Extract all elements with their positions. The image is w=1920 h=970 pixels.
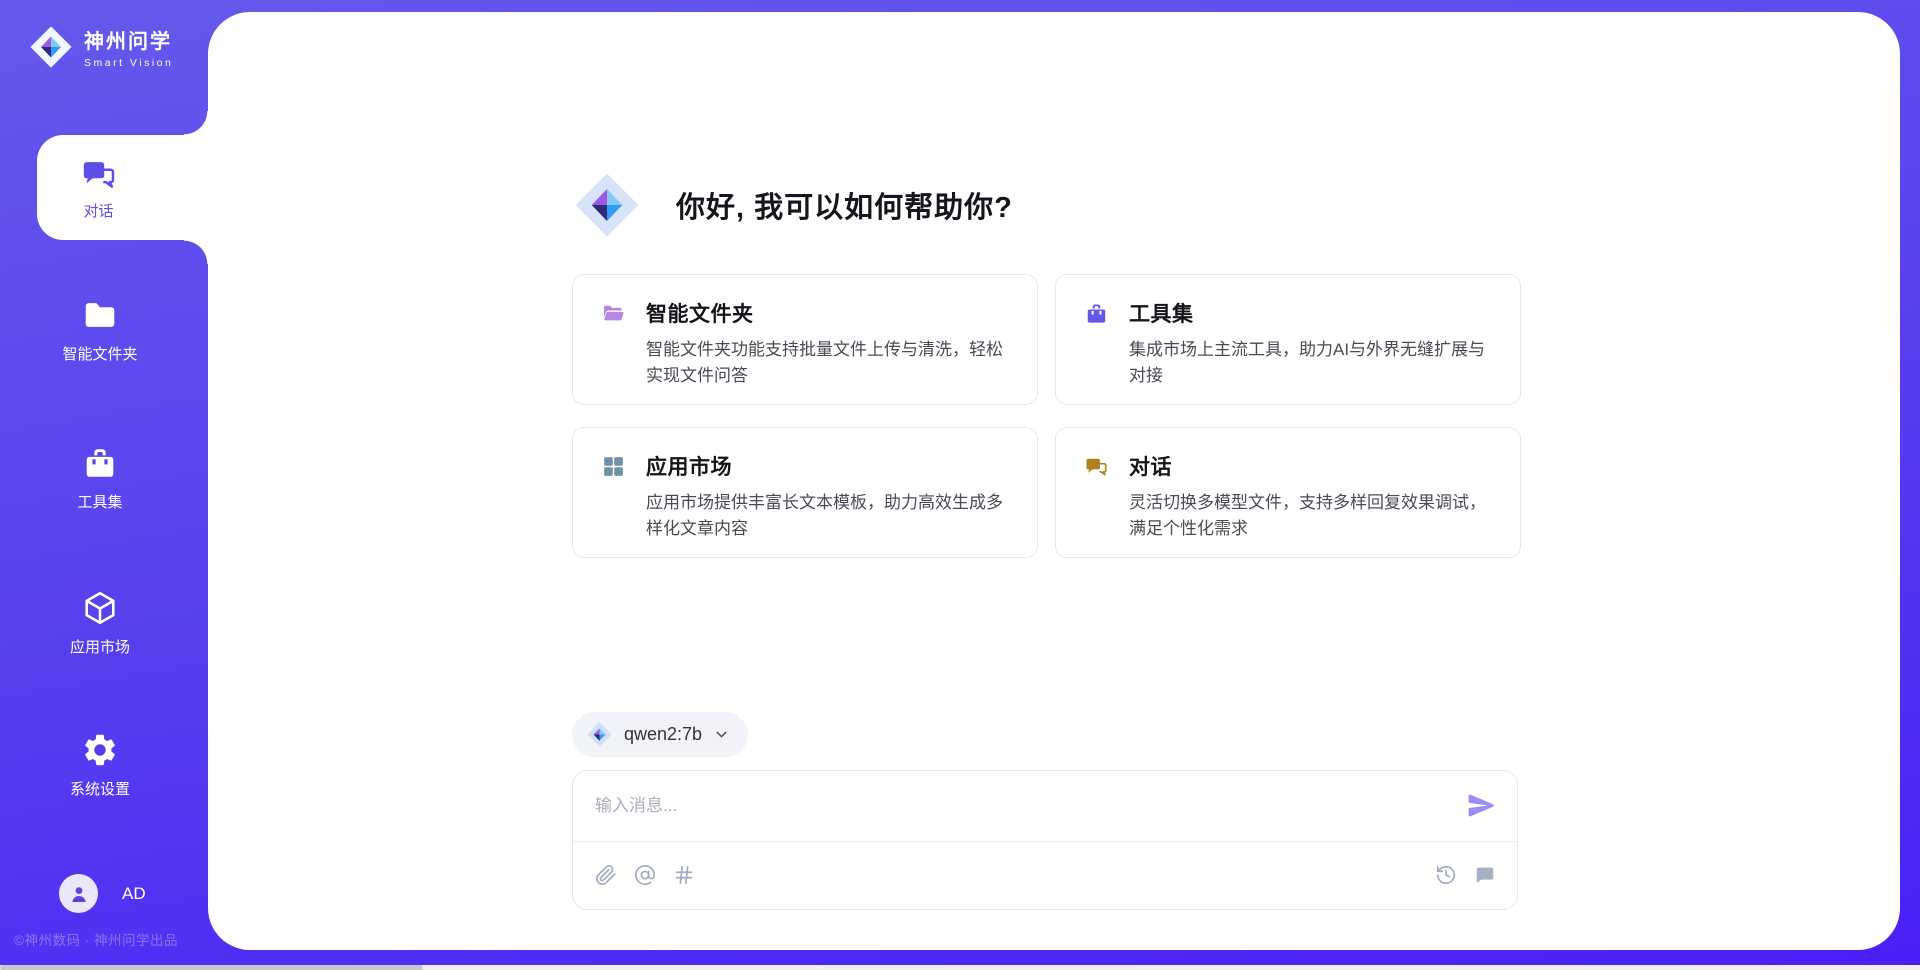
cube-icon (81, 589, 119, 627)
greeting: 你好, 我可以如何帮助你? (572, 164, 1013, 246)
card-title: 智能文件夹 (646, 298, 754, 328)
brand-diamond-icon (28, 24, 74, 70)
chat-icon (1084, 454, 1109, 479)
card-app-market[interactable]: 应用市场 应用市场提供丰富长文本模板，助力高效生成多样化文章内容 (572, 427, 1038, 558)
history-button[interactable] (1434, 864, 1457, 887)
toolbox-icon (81, 444, 119, 482)
send-button[interactable] (1463, 789, 1499, 825)
history-icon (1435, 864, 1457, 886)
card-description: 智能文件夹功能支持批量文件上传与清洗，轻松实现文件问答 (646, 337, 1011, 388)
sidebar-item-label: 应用市场 (70, 636, 130, 657)
card-description: 灵活切换多模型文件，支持多样回复效果调试，满足个性化需求 (1129, 490, 1494, 541)
sidebar-item-settings[interactable]: 系统设置 (0, 731, 200, 799)
message-input[interactable] (573, 771, 1427, 841)
card-toolset[interactable]: 工具集 集成市场上主流工具，助力AI与外界无缝扩展与对接 (1055, 274, 1521, 405)
card-title: 应用市场 (646, 451, 732, 481)
person-icon (67, 882, 91, 906)
mention-button[interactable] (633, 864, 656, 887)
folder-icon (81, 296, 119, 334)
card-title: 对话 (1129, 451, 1172, 481)
model-diamond-icon (586, 721, 613, 748)
brand-name: 神州问学 (84, 25, 173, 54)
brand-subtitle: Smart Vision (84, 57, 173, 69)
main-panel: 你好, 我可以如何帮助你? 智能文件夹 智能文件夹功能支持批量文件上传与清洗，轻… (208, 12, 1900, 950)
chat-bubble-icon (1474, 864, 1496, 886)
sidebar-item-app-market[interactable]: 应用市场 (0, 589, 200, 657)
sidebar-item-label: 对话 (83, 200, 113, 221)
sidebar-item-label: 智能文件夹 (62, 343, 137, 364)
chat-icon (80, 155, 118, 193)
gear-icon (81, 731, 119, 769)
scrollbar-thumb[interactable] (0, 965, 423, 970)
sidebar-footer: ©神州数码 · 神州问学出品 (14, 929, 178, 949)
assistant-diamond-icon (572, 170, 642, 240)
paperclip-icon (595, 864, 617, 886)
brand-text: 神州问学 Smart Vision (84, 25, 173, 69)
composer-input-row (573, 771, 1517, 842)
tab-fillet-top (184, 111, 208, 135)
sidebar-item-chat[interactable]: 对话 (37, 135, 208, 240)
model-name: qwen2:7b (624, 724, 702, 745)
composer-toolbar-right (1434, 864, 1496, 887)
topic-button[interactable] (672, 864, 695, 887)
avatar (59, 874, 98, 913)
model-selector[interactable]: qwen2:7b (572, 712, 748, 757)
sidebar-item-label: 工具集 (77, 491, 122, 512)
attach-file-button[interactable] (594, 864, 617, 887)
card-description: 应用市场提供丰富长文本模板，助力高效生成多样化文章内容 (646, 490, 1011, 541)
tab-fillet-bottom (184, 240, 208, 264)
greeting-title: 你好, 我可以如何帮助你? (676, 184, 1013, 226)
at-sign-icon (634, 864, 656, 886)
grid-icon (601, 454, 626, 479)
user-profile[interactable]: AD (59, 874, 146, 913)
feature-cards: 智能文件夹 智能文件夹功能支持批量文件上传与清洗，轻松实现文件问答 工具集 集成… (572, 274, 1521, 558)
sidebar-item-label: 系统设置 (70, 778, 130, 799)
card-title: 工具集 (1129, 298, 1194, 328)
horizontal-scrollbar[interactable] (0, 965, 1920, 970)
card-smart-folder[interactable]: 智能文件夹 智能文件夹功能支持批量文件上传与清洗，轻松实现文件问答 (572, 274, 1038, 405)
composer-toolbar (573, 842, 1517, 909)
sidebar: 神州问学 Smart Vision 对话 智能文件夹 工具集 应用市场 (0, 0, 208, 970)
chevron-down-icon (713, 726, 730, 743)
sidebar-item-smart-folder[interactable]: 智能文件夹 (0, 296, 200, 364)
composer (572, 770, 1518, 910)
card-description: 集成市场上主流工具，助力AI与外界无缝扩展与对接 (1129, 337, 1494, 388)
folder-open-icon (601, 301, 626, 326)
hash-icon (673, 864, 695, 886)
sidebar-item-toolset[interactable]: 工具集 (0, 444, 200, 512)
conversation-button[interactable] (1473, 864, 1496, 887)
brand: 神州问学 Smart Vision (28, 24, 173, 70)
toolbox-icon (1084, 301, 1109, 326)
user-name: AD (122, 884, 146, 904)
card-chat[interactable]: 对话 灵活切换多模型文件，支持多样回复效果调试，满足个性化需求 (1055, 427, 1521, 558)
send-icon (1466, 790, 1497, 821)
